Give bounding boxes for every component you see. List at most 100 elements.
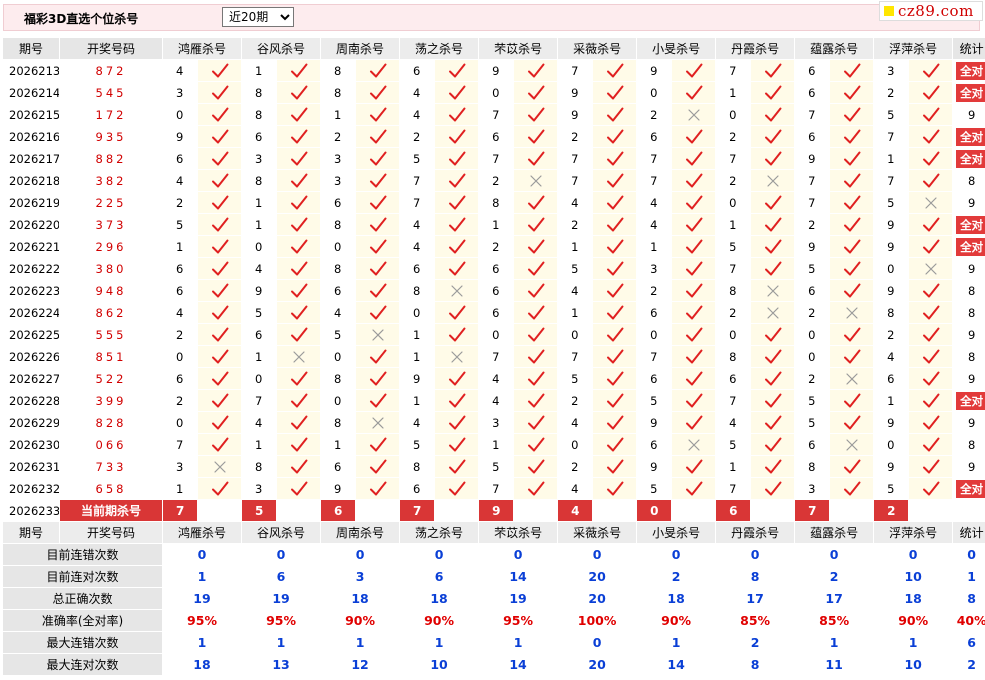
stats-value: 11 — [795, 654, 875, 676]
cross-icon — [767, 284, 779, 297]
check-icon — [211, 349, 228, 363]
check-icon — [527, 195, 545, 209]
result-mark-cell — [514, 170, 559, 192]
check-icon — [290, 437, 308, 451]
result-mark-cell — [909, 478, 954, 500]
check-icon — [764, 129, 782, 143]
result-mark-cell — [593, 236, 638, 258]
result-mark-cell — [751, 82, 796, 104]
check-icon — [290, 261, 308, 275]
check-icon — [685, 415, 703, 429]
kill-number-cell: 4 — [163, 60, 198, 82]
kill-number-cell: 6 — [479, 126, 515, 148]
stats-value: 6 — [242, 566, 322, 588]
kill-number-cell: 4 — [400, 236, 436, 258]
result-mark-cell — [356, 258, 401, 280]
draw-number-cell: 380 — [60, 258, 163, 280]
result-mark-cell — [198, 412, 243, 434]
check-icon — [606, 371, 624, 385]
kill-number-cell: 6 — [795, 434, 831, 456]
result-mark-cell — [751, 368, 796, 390]
stats-value: 3 — [321, 566, 401, 588]
stats-value: 90% — [321, 610, 401, 632]
col-header-expert: 小旻杀号 — [637, 38, 717, 60]
total-cell: 8 — [953, 434, 985, 456]
cross-icon — [292, 350, 305, 363]
check-icon — [764, 393, 782, 407]
current-blank-cell — [435, 500, 480, 522]
result-mark-cell — [830, 478, 875, 500]
stats-value: 18 — [874, 588, 954, 610]
current-blank-cell — [198, 500, 243, 522]
kill-number-cell: 1 — [163, 236, 198, 258]
result-mark-cell — [672, 280, 717, 302]
total-cell: 全对 — [953, 478, 985, 500]
check-icon — [448, 261, 466, 275]
result-mark-cell — [435, 368, 480, 390]
check-icon — [922, 239, 940, 253]
kill-number-cell: 1 — [242, 346, 278, 368]
result-mark-cell — [672, 192, 717, 214]
result-mark-cell — [751, 126, 796, 148]
stats-value: 1 — [163, 566, 243, 588]
result-mark-cell — [514, 126, 559, 148]
check-icon — [606, 85, 624, 99]
cross-icon — [767, 306, 779, 319]
result-mark-cell — [830, 434, 875, 456]
kill-number-cell: 4 — [558, 478, 594, 500]
issue-cell: 2026226 — [3, 346, 60, 368]
header-row: 期号 开奖号码 鸿雁杀号 谷风杀号 周南杀号 荡之杀号 芣苡杀号 采薇杀号 小旻杀号 丹霞杀号 蕴露… — [3, 522, 985, 544]
result-mark-cell — [435, 170, 480, 192]
kill-number-cell: 1 — [242, 192, 278, 214]
kill-number-cell: 1 — [479, 214, 515, 236]
kill-number-cell: 6 — [795, 126, 831, 148]
check-icon — [606, 459, 624, 473]
kill-number-cell: 9 — [795, 236, 831, 258]
issue-cell: 2026223 — [3, 280, 60, 302]
result-mark-cell — [830, 390, 875, 412]
kill-number-cell: 2 — [795, 302, 831, 324]
logo-text: cz89.com — [898, 2, 974, 20]
check-icon — [369, 151, 387, 165]
check-icon — [843, 85, 861, 99]
kill-number-cell: 1 — [874, 390, 910, 412]
check-icon — [448, 85, 466, 99]
total-cell: 8 — [953, 346, 985, 368]
kill-number-cell: 0 — [716, 104, 752, 126]
kill-number-cell: 4 — [163, 302, 198, 324]
all-correct-badge: 全对 — [956, 479, 985, 498]
result-mark-cell — [356, 148, 401, 170]
result-mark-cell — [435, 126, 480, 148]
issue-cell: 2026213 — [3, 60, 60, 82]
result-mark-cell — [514, 346, 559, 368]
kill-number-cell: 6 — [637, 368, 673, 390]
stats-value: 0 — [242, 544, 322, 566]
issue-cell: 2026224 — [3, 302, 60, 324]
current-blank-cell — [277, 500, 322, 522]
kill-number-cell: 1 — [716, 82, 752, 104]
draw-number-cell: 066 — [60, 434, 163, 456]
kill-number-cell: 0 — [637, 82, 673, 104]
period-select[interactable]: 近20期 — [222, 7, 294, 27]
result-mark-cell — [356, 390, 401, 412]
col-header-total: 统计 — [953, 38, 985, 60]
result-mark-cell — [514, 368, 559, 390]
check-icon — [922, 63, 940, 77]
result-mark-cell — [830, 126, 875, 148]
result-mark-cell — [198, 478, 243, 500]
kill-number-cell: 8 — [321, 412, 357, 434]
check-icon — [211, 173, 228, 187]
cross-icon — [371, 416, 384, 429]
stats-value: 0 — [558, 544, 638, 566]
site-logo[interactable]: cz89.com — [879, 1, 983, 21]
issue-cell: 2026219 — [3, 192, 60, 214]
stats-value: 0 — [716, 544, 796, 566]
result-mark-cell — [198, 280, 243, 302]
result-mark-cell — [435, 456, 480, 478]
result-mark-cell — [356, 82, 401, 104]
kill-number-cell: 9 — [321, 478, 357, 500]
kill-number-cell: 7 — [558, 346, 594, 368]
kill-number-cell: 5 — [874, 104, 910, 126]
check-icon — [685, 173, 703, 187]
stats-value: 0 — [558, 632, 638, 654]
